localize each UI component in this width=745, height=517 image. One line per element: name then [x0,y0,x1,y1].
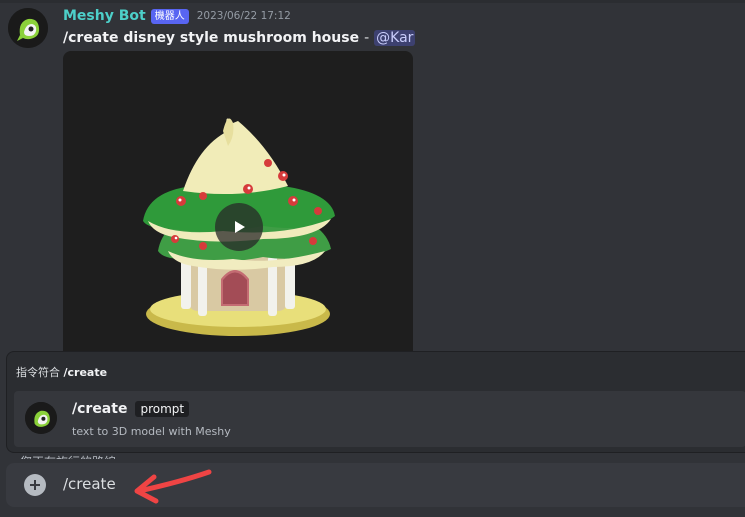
discord-chat-window: Meshy Bot 機器人 2023/06/22 17:12 /create d… [0,0,745,517]
message-input[interactable]: /create [63,475,116,493]
suggestion-command-name: /create [72,401,128,417]
user-mention[interactable]: @Kar [374,30,416,46]
video-attachment[interactable] [63,51,413,361]
message-timestamp: 2023/06/22 17:12 [196,10,291,22]
message-content: /create disney style mushroom house - @K… [63,29,416,47]
meshy-bot-avatar-icon [25,402,57,434]
suggestion-title: /create prompt [72,401,190,417]
autocomplete-header-command: /create [63,366,108,379]
message-header: Meshy Bot 機器人 2023/06/22 17:12 [63,7,291,25]
plus-circle-icon[interactable] [24,474,46,496]
separator: - [364,30,370,46]
command-autocomplete-popup: 指令符合 /create /create prompt text to 3D m… [6,351,745,453]
autocomplete-header-label: 指令符合 [16,366,60,379]
red-arrow-annotation-icon [134,469,212,504]
meshy-bot-avatar-icon[interactable] [8,8,48,48]
top-divider [0,0,745,3]
play-button[interactable] [215,203,263,251]
command-text: /create disney style mushroom house [63,30,360,46]
play-icon [235,221,245,233]
username[interactable]: Meshy Bot [63,8,146,24]
message-input-bar: /create [6,463,745,507]
partially-hidden-message-text: 您正在旅行的路線 [20,453,116,459]
suggestion-option-chip: prompt [135,401,190,417]
command-suggestion-item[interactable]: /create prompt text to 3D model with Mes… [14,391,745,447]
autocomplete-header: 指令符合 /create [16,364,107,380]
bot-badge: 機器人 [150,8,189,24]
suggestion-description: text to 3D model with Meshy [72,425,231,438]
